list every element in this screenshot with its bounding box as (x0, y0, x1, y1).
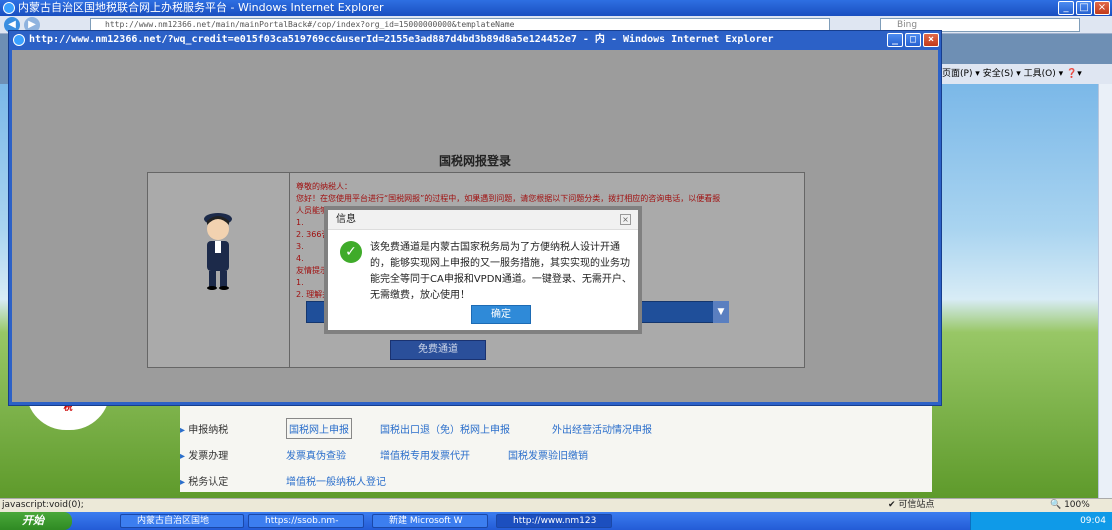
dialog-title: 信息 (328, 210, 638, 230)
link-national-tax-online-declare[interactable]: 国税网上申报 (286, 418, 352, 439)
maximize-button[interactable]: □ (1076, 1, 1092, 15)
taskbar-item[interactable]: https://ssob.nm- (248, 514, 364, 528)
chevron-down-icon[interactable]: ▼ (713, 301, 729, 323)
tax-officer-avatar (193, 211, 243, 291)
close-icon[interactable]: × (620, 214, 631, 225)
menu-label-declare: 申报纳税 (180, 421, 228, 436)
start-button[interactable]: 开始 (0, 512, 72, 530)
clock: 09:04 (1080, 516, 1106, 526)
taskbar-item[interactable]: http://www.nm123 (496, 514, 612, 528)
info-dialog: 信息 × ✓ 该免费通道是内蒙古国家税务局为了方便纳税人设计开通的，能够实现网上… (324, 206, 642, 334)
ie-icon (3, 2, 15, 14)
link-invoice-verify[interactable]: 发票真伪查验 (286, 447, 346, 462)
success-check-icon: ✓ (340, 241, 362, 263)
status-bar: javascript:void(0); ✔ 可信站点 🔍 100% (0, 498, 1112, 512)
popup-close-button[interactable]: × (923, 33, 939, 47)
popup-maximize-button[interactable]: □ (905, 33, 921, 47)
security-zone: ✔ 可信站点 (888, 500, 935, 510)
taskbar: 开始 内蒙古自治区国地 https://ssob.nm- 新建 Microsof… (0, 512, 1112, 530)
outer-window-titlebar: 内蒙古自治区国地税联合网上办税服务平台 - Windows Internet E… (0, 0, 1112, 16)
popup-window-titlebar: http://www.nm12366.net/?wq_credit=e015f0… (9, 31, 941, 49)
menu-label-invoice: 发票办理 (180, 447, 228, 462)
minimize-button[interactable]: _ (1058, 1, 1074, 15)
zoom-level[interactable]: 🔍 100% (1050, 499, 1090, 512)
free-channel-button[interactable]: 免费通道 (390, 340, 486, 360)
menu-label-certification: 税务认定 (180, 473, 228, 488)
ok-button[interactable]: 确定 (471, 305, 531, 324)
taskbar-item[interactable]: 新建 Microsoft W (372, 514, 488, 528)
page-scrollbar[interactable] (1098, 84, 1112, 498)
popup-content: 国税网报登录 尊敬的纳税人： 您好！在您使用平台进行“国税网报”的过程中，如果遇… (12, 50, 938, 402)
popup-minimize-button[interactable]: _ (887, 33, 903, 47)
popup-window: http://www.nm12366.net/?wq_credit=e015f0… (8, 30, 942, 406)
status-text: javascript:void(0); (2, 500, 84, 510)
outer-window-title: 内蒙古自治区国地税联合网上办税服务平台 - Windows Internet E… (18, 1, 384, 14)
command-bar[interactable]: 页面(P) ▾ 安全(S) ▾ 工具(O) ▾ ❓▾ (940, 64, 1112, 84)
system-tray: 09:04 (970, 512, 1112, 530)
page-title: 国税网报登录 (438, 154, 511, 168)
link-outbound-business-declare[interactable]: 外出经营活动情况申报 (552, 421, 652, 436)
service-menu-panel: 申报纳税 国税网上申报 国税出口退（免）税网上申报 外出经营活动情况申报 发票办… (180, 400, 932, 492)
ie-icon (13, 34, 25, 46)
link-export-rebate-declare[interactable]: 国税出口退（免）税网上申报 (380, 421, 510, 436)
taskbar-item[interactable]: 内蒙古自治区国地 (120, 514, 244, 528)
close-button[interactable]: × (1094, 1, 1110, 15)
link-invoice-cancel[interactable]: 国税发票验旧缴销 (508, 447, 588, 462)
link-vat-invoice-issue[interactable]: 增值税专用发票代开 (380, 447, 470, 462)
dialog-message: 该免费通道是内蒙古国家税务局为了方便纳税人设计开通的，能够实现网上申报的又一服务… (370, 242, 632, 301)
popup-window-title: http://www.nm12366.net/?wq_credit=e015f0… (29, 34, 774, 45)
link-general-taxpayer-register[interactable]: 增值税一般纳税人登记 (286, 473, 386, 488)
